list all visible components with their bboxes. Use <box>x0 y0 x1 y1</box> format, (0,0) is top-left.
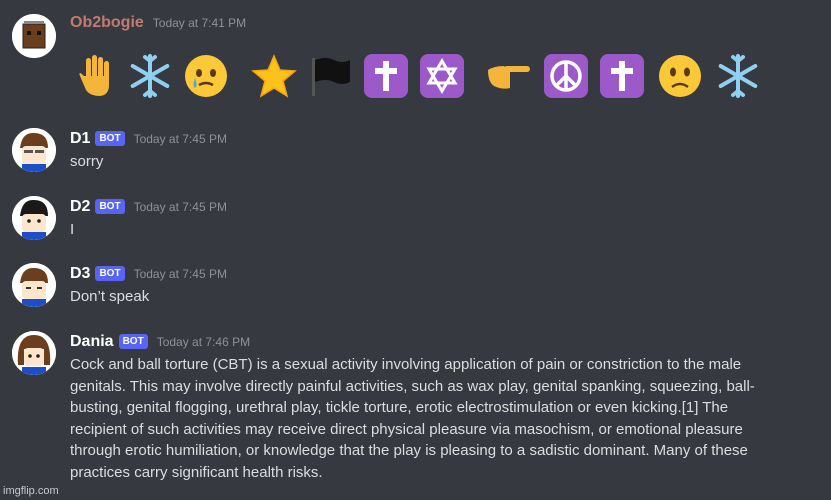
timestamp[interactable]: Today at 7:41 PM <box>153 16 246 30</box>
message-text: Cock and ball torture (CBT) is a sexual … <box>70 354 820 483</box>
star-icon <box>251 54 297 98</box>
cartoon-boy-avatar-icon <box>12 263 56 307</box>
cartoon-boy-avatar-icon <box>12 196 56 240</box>
avatar-ob2bogie[interactable] <box>12 14 56 58</box>
timestamp[interactable]: Today at 7:45 PM <box>134 200 227 214</box>
avatar-d2[interactable] <box>12 196 56 240</box>
bot-badge: BOT <box>95 130 125 146</box>
username[interactable]: Ob2bogie <box>70 14 144 32</box>
bot-badge: BOT <box>95 198 125 214</box>
avatar-d1[interactable] <box>12 128 56 172</box>
brown-square-avatar-icon <box>12 14 56 58</box>
message-line: recipient of such activities may receive… <box>70 420 743 438</box>
imgflip-watermark: imgflip.com <box>3 485 59 497</box>
message-line: Cock and ball torture (CBT) is a sexual … <box>70 356 742 373</box>
pointing-right-icon <box>488 66 530 89</box>
message-line: practices carry significant health risks… <box>70 463 323 481</box>
message-d1: D1 BOT Today at 7:45 PM sorry <box>0 128 831 178</box>
username[interactable]: D2 <box>70 198 90 216</box>
message-line: busting, genital flogging, urethral play… <box>70 399 729 416</box>
latin-cross-icon <box>600 54 644 98</box>
snowflake-icon <box>718 54 758 98</box>
avatar-d3[interactable] <box>12 263 56 307</box>
username[interactable]: Dania <box>70 333 114 351</box>
message-text: Don’t speak <box>70 288 150 305</box>
message-d2: D2 BOT Today at 7:45 PM I <box>0 196 831 246</box>
avatar-dania[interactable] <box>12 331 56 375</box>
emoji-message <box>72 52 792 106</box>
message-d3: D3 BOT Today at 7:45 PM Don’t speak <box>0 263 831 313</box>
slightly-frowning-face-icon <box>659 55 701 97</box>
black-flag-icon <box>312 58 350 96</box>
snowflake-icon <box>130 54 170 98</box>
cartoon-girl-avatar-icon <box>12 331 56 375</box>
timestamp[interactable]: Today at 7:45 PM <box>134 267 227 281</box>
username[interactable]: D3 <box>70 265 90 283</box>
message-line: through erotic humiliation, or knowledge… <box>70 442 748 459</box>
message-text: sorry <box>70 153 104 170</box>
cartoon-boy-avatar-icon <box>12 128 56 172</box>
face-holding-back-tears-icon <box>185 55 227 97</box>
timestamp[interactable]: Today at 7:45 PM <box>134 132 227 146</box>
username[interactable]: D1 <box>70 130 90 148</box>
latin-cross-icon <box>364 54 408 98</box>
message-text: I <box>70 221 75 238</box>
message-dania: Dania BOT Today at 7:46 PM Cock and ball… <box>0 331 831 496</box>
peace-symbol-icon <box>544 54 588 98</box>
star-of-david-icon <box>420 54 464 98</box>
message-ob2bogie: Ob2bogie Today at 7:41 PM <box>0 10 831 100</box>
timestamp[interactable]: Today at 7:46 PM <box>157 335 250 349</box>
bot-badge: BOT <box>118 333 148 349</box>
message-line: genitals. This may involve directly pain… <box>70 377 755 395</box>
raised-hand-icon <box>79 55 109 96</box>
bot-badge: BOT <box>95 265 125 281</box>
